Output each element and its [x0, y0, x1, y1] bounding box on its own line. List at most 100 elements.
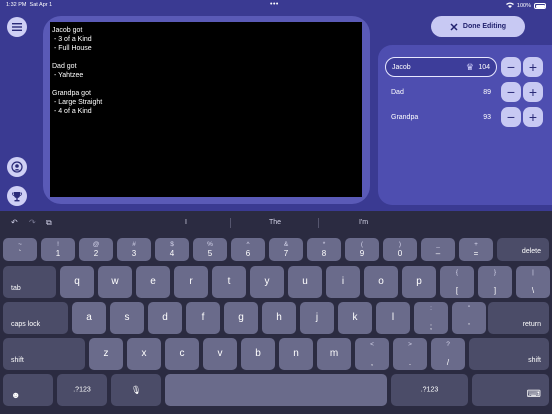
letter-key[interactable]: w: [98, 266, 132, 298]
paste-icon[interactable]: ⧉: [46, 218, 52, 228]
letter-key[interactable]: z: [89, 338, 123, 370]
letter-key[interactable]: y: [250, 266, 284, 298]
trophy-icon: [12, 191, 22, 201]
hide-keyboard-key[interactable]: ⌨: [472, 374, 549, 406]
status-time: 1:32 PM Sat Apr 1: [6, 2, 53, 8]
letter-key[interactable]: i: [326, 266, 360, 298]
keyboard-toolbar: ↶ ↷ ⧉ I The I'm: [0, 211, 552, 235]
number-key[interactable]: #3: [117, 238, 151, 261]
number-key[interactable]: ^ 6: [231, 238, 265, 261]
microphone-icon: 🎙: [130, 385, 142, 395]
number-key[interactable]: ~ `: [3, 238, 37, 261]
letter-key[interactable]: p: [402, 266, 436, 298]
delete-key[interactable]: delete: [497, 238, 549, 261]
player-score: 93: [483, 113, 491, 121]
leaderboard-button[interactable]: [7, 186, 27, 206]
number-key[interactable]: (9: [345, 238, 379, 261]
redo-icon[interactable]: ↷: [29, 218, 36, 227]
increment-button[interactable]: +: [523, 107, 543, 127]
player-name: Grandpa: [391, 113, 419, 121]
letter-key[interactable]: k: [338, 302, 372, 334]
done-editing-label: Done Editing: [462, 23, 507, 30]
number-key[interactable]: + =: [459, 238, 493, 261]
number-key[interactable]: & 7: [269, 238, 303, 261]
suggestion[interactable]: I'm: [359, 219, 368, 226]
shift-key-right[interactable]: shift: [469, 338, 549, 370]
increment-button[interactable]: +: [523, 57, 543, 77]
menu-button[interactable]: [7, 17, 27, 37]
symbol-key[interactable]: :;: [414, 302, 448, 334]
player-pill[interactable]: Jacob ♛ 104: [385, 57, 497, 77]
numbers-key-right[interactable]: .?123: [391, 374, 468, 406]
numbers-key-left[interactable]: .?123: [57, 374, 107, 406]
suggestion[interactable]: I: [185, 219, 187, 226]
symbol-key[interactable]: ? /: [431, 338, 465, 370]
letter-key[interactable]: l: [376, 302, 410, 334]
decrement-button[interactable]: −: [501, 82, 521, 102]
shift-key-left[interactable]: shift: [3, 338, 85, 370]
letter-key[interactable]: x: [127, 338, 161, 370]
number-key[interactable]: ! 1: [41, 238, 75, 261]
symbol-key[interactable]: <,: [355, 338, 389, 370]
player-score: 104: [478, 63, 490, 71]
letter-key[interactable]: t: [212, 266, 246, 298]
number-key[interactable]: ) 0: [383, 238, 417, 261]
number-key[interactable]: $4: [155, 238, 189, 261]
suggestion[interactable]: The: [269, 219, 281, 226]
player-name: Dad: [391, 88, 404, 96]
space-key[interactable]: [165, 374, 387, 406]
symbol-key[interactable]: >.: [393, 338, 427, 370]
letter-key[interactable]: n: [279, 338, 313, 370]
return-key[interactable]: return: [488, 302, 549, 334]
letter-key[interactable]: r: [174, 266, 208, 298]
player-name: Jacob: [392, 63, 411, 71]
letter-key[interactable]: j: [300, 302, 334, 334]
symbol-key[interactable]: {[: [440, 266, 474, 298]
letter-key[interactable]: h: [262, 302, 296, 334]
letter-key[interactable]: b: [241, 338, 275, 370]
symbol-key[interactable]: " ': [452, 302, 486, 334]
notes-text-area[interactable]: Jacob got - 3 of a Kind - Full House Dad…: [50, 22, 362, 197]
letter-key[interactable]: u: [288, 266, 322, 298]
letter-key[interactable]: v: [203, 338, 237, 370]
letter-key[interactable]: c: [165, 338, 199, 370]
suggestion-divider: [230, 218, 231, 228]
number-key[interactable]: % 5: [193, 238, 227, 261]
x-icon: [450, 22, 458, 31]
emoji-key[interactable]: ☻: [3, 374, 53, 406]
symbol-key[interactable]: }]: [478, 266, 512, 298]
number-key[interactable]: * 8: [307, 238, 341, 261]
letter-key[interactable]: d: [148, 302, 182, 334]
player-score: 89: [483, 88, 491, 96]
increment-button[interactable]: +: [523, 82, 543, 102]
suggestion-divider: [318, 218, 319, 228]
symbol-key[interactable]: | \: [516, 266, 550, 298]
letter-key[interactable]: o: [364, 266, 398, 298]
player-pill[interactable]: Grandpa 93: [385, 107, 497, 127]
number-key[interactable]: @2: [79, 238, 113, 261]
dictation-key[interactable]: 🎙: [111, 374, 161, 406]
battery-percent: 100%: [516, 3, 531, 9]
letter-key[interactable]: f: [186, 302, 220, 334]
tab-key[interactable]: tab: [3, 266, 56, 298]
player-row-jacob: Jacob ♛ 104 − +: [385, 56, 543, 78]
multitask-dots[interactable]: •••: [270, 1, 279, 8]
emoji-icon: ☻: [11, 390, 21, 400]
number-key[interactable]: _ –: [421, 238, 455, 261]
battery-icon: [534, 3, 546, 9]
hamburger-menu-icon: [12, 23, 22, 31]
letter-key[interactable]: e: [136, 266, 170, 298]
letter-key[interactable]: q: [60, 266, 94, 298]
player-pill[interactable]: Dad 89: [385, 82, 497, 102]
letter-key[interactable]: a: [72, 302, 106, 334]
crown-icon: ♛: [465, 61, 474, 72]
undo-icon[interactable]: ↶: [11, 218, 18, 227]
letter-key[interactable]: s: [110, 302, 144, 334]
players-button[interactable]: [7, 157, 27, 177]
done-editing-button[interactable]: Done Editing: [431, 16, 525, 37]
decrement-button[interactable]: −: [501, 57, 521, 77]
letter-key[interactable]: g: [224, 302, 258, 334]
caps-lock-key[interactable]: caps lock: [3, 302, 68, 334]
letter-key[interactable]: m: [317, 338, 351, 370]
decrement-button[interactable]: −: [501, 107, 521, 127]
